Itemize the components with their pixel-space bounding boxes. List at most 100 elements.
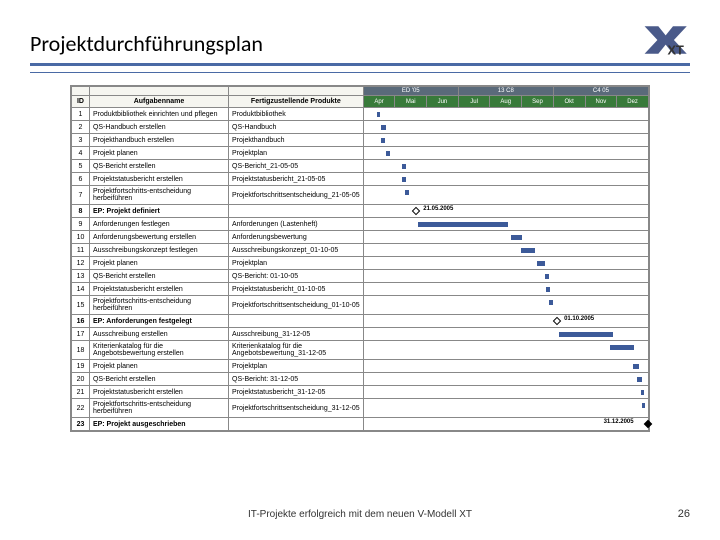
task-name: EP: Anforderungen festgelegt: [89, 315, 228, 328]
gantt-bar: [418, 222, 508, 227]
product-name: [229, 205, 364, 218]
task-name: Projektfortschritts-entscheidung herbeif…: [89, 186, 228, 205]
table-row: 15Projektfortschritts-entscheidung herbe…: [72, 296, 649, 315]
product-name: Projektplan: [229, 257, 364, 270]
product-name: Anforderungsbewertung: [229, 231, 364, 244]
product-name: [229, 418, 364, 431]
gantt-cell: [363, 244, 648, 257]
footer-text: IT-Projekte erfolgreich mit dem neuen V-…: [0, 509, 720, 520]
gantt-bar: [511, 235, 522, 240]
product-name: QS-Bericht: 01-10-05: [229, 270, 364, 283]
gantt-cell: [363, 173, 648, 186]
task-name: QS-Bericht erstellen: [89, 373, 228, 386]
row-id: 22: [72, 399, 90, 418]
task-name: Projektstatusbericht erstellen: [89, 173, 228, 186]
product-name: Projektfortschrittsentscheidung_31-12-05: [229, 399, 364, 418]
gantt-cell: [363, 270, 648, 283]
gantt-bar: [521, 248, 535, 253]
table-row: 1Produktbibliothek einrichten und pflege…: [72, 108, 649, 121]
table-row: 13QS-Bericht erstellenQS-Bericht: 01-10-…: [72, 270, 649, 283]
row-id: 13: [72, 270, 90, 283]
table-row: 3Projekthandbuch erstellenProjekthandbuc…: [72, 134, 649, 147]
gantt-bar: [386, 151, 390, 156]
product-name: Projektfortschrittsentscheidung_21-05-05: [229, 186, 364, 205]
row-id: 21: [72, 386, 90, 399]
table-row: 9Anforderungen festlegenAnforderungen (L…: [72, 218, 649, 231]
task-name: EP: Projekt ausgeschrieben: [89, 418, 228, 431]
product-name: Anforderungen (Lastenheft): [229, 218, 364, 231]
gantt-bar: [637, 377, 642, 382]
task-name: QS-Bericht erstellen: [89, 160, 228, 173]
task-name: QS-Bericht erstellen: [89, 270, 228, 283]
gantt-cell: [363, 231, 648, 244]
task-name: QS-Handbuch erstellen: [89, 121, 228, 134]
milestone-diamond: [412, 207, 420, 215]
gantt-cell: [363, 386, 648, 399]
row-id: 8: [72, 205, 90, 218]
gantt-bar: [545, 274, 550, 279]
gantt-bar: [559, 332, 613, 337]
task-name: Produktbibliothek einrichten und pflegen: [89, 108, 228, 121]
table-row: 18Kriterienkatalog für die Angebotsbewer…: [72, 341, 649, 360]
product-name: Projektstatusbericht_01-10-05: [229, 283, 364, 296]
gantt-bar: [405, 190, 409, 195]
title-underline: [30, 63, 690, 73]
xt-logo: XT: [640, 20, 695, 60]
gantt-bar: [642, 403, 645, 408]
gantt-bar: [402, 177, 406, 182]
row-id: 10: [72, 231, 90, 244]
gantt-cell: [363, 186, 648, 205]
milestone-label: 31.12.2005: [604, 419, 634, 425]
product-name: Ausschreibungskonzept_01-10-05: [229, 244, 364, 257]
product-name: Projektfortschrittsentscheidung_01-10-05: [229, 296, 364, 315]
row-id: 20: [72, 373, 90, 386]
task-name: Projektfortschritts-entscheidung herbeif…: [89, 296, 228, 315]
gantt-cell: [363, 257, 648, 270]
table-row: 4Projekt planenProjektplan: [72, 147, 649, 160]
row-id: 3: [72, 134, 90, 147]
product-name: Projektplan: [229, 360, 364, 373]
page-title: Projektdurchführungsplan: [30, 30, 690, 57]
gantt-table: ED '0513 C8C4 05 IDAufgabennameFertigzus…: [70, 85, 650, 432]
product-name: Produktbibliothek: [229, 108, 364, 121]
table-row: 6Projektstatusbericht erstellenProjektst…: [72, 173, 649, 186]
row-id: 1: [72, 108, 90, 121]
gantt-cell: [363, 121, 648, 134]
milestone-diamond: [553, 317, 561, 325]
table-row: 21Projektstatusbericht erstellenProjekts…: [72, 386, 649, 399]
row-id: 5: [72, 160, 90, 173]
task-name: Kriterienkatalog für die Angebotsbewertu…: [89, 341, 228, 360]
row-id: 14: [72, 283, 90, 296]
product-name: Projektstatusbericht_21-05-05: [229, 173, 364, 186]
table-row: 20QS-Bericht erstellenQS-Bericht: 31-12-…: [72, 373, 649, 386]
row-id: 6: [72, 173, 90, 186]
task-name: Ausschreibungskonzept festlegen: [89, 244, 228, 257]
gantt-bar: [537, 261, 545, 266]
table-row: 10Anforderungsbewertung erstellenAnforde…: [72, 231, 649, 244]
task-name: Projekthandbuch erstellen: [89, 134, 228, 147]
table-row: 17Ausschreibung erstellenAusschreibung_3…: [72, 328, 649, 341]
task-name: Projekt planen: [89, 360, 228, 373]
gantt-cell: [363, 399, 648, 418]
task-name: Projektfortschritts-entscheidung herbeif…: [89, 399, 228, 418]
gantt-cell: [363, 218, 648, 231]
gantt-cell: [363, 283, 648, 296]
gantt-bar: [610, 345, 634, 350]
product-name: Ausschreibung_31-12-05: [229, 328, 364, 341]
product-name: Projektstatusbericht_31-12-05: [229, 386, 364, 399]
gantt-cell: [363, 328, 648, 341]
table-row: 11Ausschreibungskonzept festlegenAusschr…: [72, 244, 649, 257]
gantt-cell: [363, 360, 648, 373]
task-name: Ausschreibung erstellen: [89, 328, 228, 341]
gantt-cell: 21.05.2005: [363, 205, 648, 218]
product-name: [229, 315, 364, 328]
gantt-bar: [549, 300, 553, 305]
row-id: 15: [72, 296, 90, 315]
row-id: 2: [72, 121, 90, 134]
row-id: 4: [72, 147, 90, 160]
product-name: QS-Bericht_21-05-05: [229, 160, 364, 173]
task-name: Anforderungen festlegen: [89, 218, 228, 231]
row-id: 19: [72, 360, 90, 373]
gantt-cell: [363, 160, 648, 173]
table-row: 7Projektfortschritts-entscheidung herbei…: [72, 186, 649, 205]
